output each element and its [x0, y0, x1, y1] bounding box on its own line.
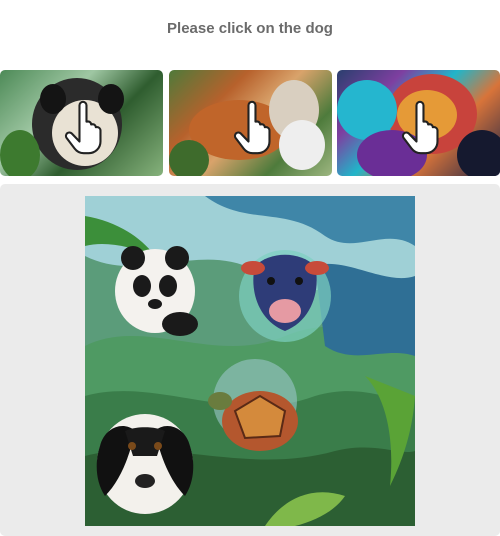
dog[interactable]: [96, 414, 194, 514]
hand-pointer-icon: [401, 100, 439, 155]
hand-pointer-icon: [233, 100, 271, 155]
challenge-image-canvas: [85, 196, 415, 526]
captcha-prompt: Please click on the dog: [167, 20, 333, 37]
challenge-image[interactable]: [85, 196, 415, 526]
cow[interactable]: [239, 250, 331, 342]
hand-pointer-icon: [64, 100, 102, 155]
example-image-1: [0, 70, 163, 176]
captcha-page: Please click on the dog: [0, 0, 500, 536]
example-image-2: [169, 70, 332, 176]
example-image-3: [337, 70, 500, 176]
example-images-row: [0, 70, 500, 176]
